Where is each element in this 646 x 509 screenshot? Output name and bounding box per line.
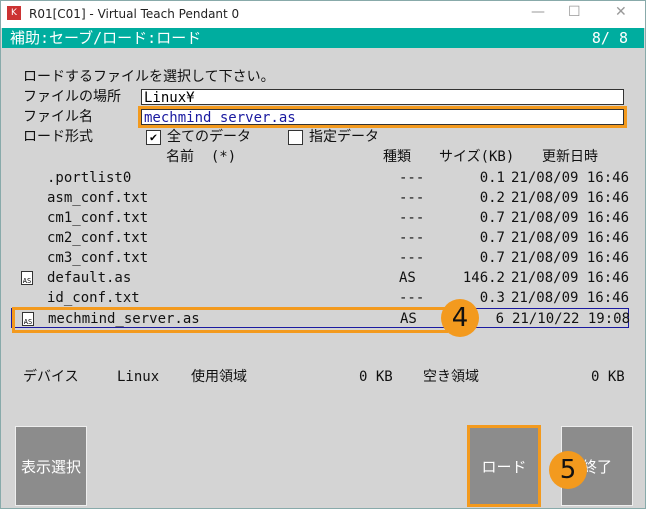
- file-row[interactable]: cm3_conf.txt --- 0.7 21/08/09 16:46: [11, 248, 629, 268]
- file-row[interactable]: cm2_conf.txt --- 0.7 21/08/09 16:46: [11, 228, 629, 248]
- file-row[interactable]: .portlist0 --- 0.1 21/08/09 16:46: [11, 168, 629, 188]
- file-size: 0.2: [479, 190, 505, 206]
- location-field[interactable]: Linux¥: [141, 89, 624, 106]
- title-bar: K R01[C01] - Virtual Teach Pendant 0 — ☐…: [1, 1, 645, 28]
- file-date: 21/08/09 16:46: [511, 290, 630, 306]
- file-name: asm_conf.txt: [47, 190, 149, 206]
- as-file-icon: AS: [21, 271, 33, 285]
- file-date: 21/10/22 19:08: [512, 311, 631, 327]
- instruction: ロードするファイルを選択して下さい。: [23, 69, 275, 85]
- location-label: ファイルの場所: [23, 89, 121, 105]
- file-name: default.as: [47, 270, 132, 286]
- filename-field[interactable]: mechmind_server.as: [138, 106, 627, 128]
- device-value: Linux: [117, 369, 160, 385]
- step-4-callout: 4: [441, 299, 479, 337]
- col-type: 種類: [383, 149, 411, 165]
- file-name: cm2_conf.txt: [47, 230, 149, 246]
- selection-highlight: [12, 307, 448, 333]
- filename-label: ファイル名: [23, 109, 93, 125]
- option-all-label: 全てのデータ: [167, 129, 251, 145]
- free-value: 0 KB: [591, 369, 625, 385]
- file-name: cm3_conf.txt: [47, 250, 149, 266]
- file-date: 21/08/09 16:46: [511, 250, 630, 266]
- file-type: ---: [399, 170, 425, 186]
- display-select-button[interactable]: 表示選択: [15, 426, 87, 506]
- file-type: ---: [399, 230, 425, 246]
- page-indicator: 8/ 8: [591, 29, 628, 47]
- file-date: 21/08/09 16:46: [511, 190, 630, 206]
- file-size: 0.7: [479, 230, 505, 246]
- file-type: AS: [399, 270, 416, 286]
- file-type: ---: [399, 190, 425, 206]
- file-row[interactable]: cm1_conf.txt --- 0.7 21/08/09 16:46: [11, 208, 629, 228]
- file-row[interactable]: asm_conf.txt --- 0.2 21/08/09 16:46: [11, 188, 629, 208]
- option-specified-label: 指定データ: [309, 129, 379, 145]
- col-name: 名前 (*): [166, 149, 237, 165]
- file-date: 21/08/09 16:46: [511, 170, 630, 186]
- window: K R01[C01] - Virtual Teach Pendant 0 — ☐…: [0, 0, 646, 509]
- file-size: 0.7: [479, 250, 505, 266]
- screen-title: 補助:セーブ/ロード:ロード: [10, 29, 202, 47]
- close-button[interactable]: ✕: [615, 4, 627, 20]
- col-date: 更新日時: [542, 149, 598, 165]
- app-icon: K: [7, 6, 21, 20]
- file-name: .portlist0: [47, 170, 132, 186]
- file-size: 6: [495, 311, 504, 327]
- file-type: ---: [399, 210, 425, 226]
- device-label: デバイス: [23, 369, 79, 385]
- col-size: サイズ(KB): [439, 149, 515, 165]
- checkbox-all-data[interactable]: ✔: [146, 130, 161, 145]
- file-date: 21/08/09 16:46: [511, 210, 630, 226]
- window-title: R01[C01] - Virtual Teach Pendant 0: [29, 7, 240, 21]
- load-button[interactable]: ロード: [467, 425, 541, 507]
- file-row[interactable]: id_conf.txt --- 0.3 21/08/09 16:46: [11, 288, 629, 308]
- file-row[interactable]: AS mechmind_server.as AS 6 21/10/22 19:08: [11, 307, 631, 333]
- file-name: id_conf.txt: [47, 290, 140, 306]
- checkbox-specified-data[interactable]: [288, 130, 303, 145]
- free-label: 空き領域: [423, 369, 479, 385]
- file-name: cm1_conf.txt: [47, 210, 149, 226]
- format-label: ロード形式: [23, 129, 93, 145]
- step-5-callout: 5: [549, 451, 587, 489]
- file-row[interactable]: AS default.as AS 146.2 21/08/09 16:46: [11, 268, 629, 288]
- file-type: ---: [399, 290, 425, 306]
- file-type: ---: [399, 250, 425, 266]
- used-value: 0 KB: [359, 369, 393, 385]
- file-size: 0.3: [479, 290, 505, 306]
- maximize-button[interactable]: ☐: [568, 4, 581, 20]
- file-date: 21/08/09 16:46: [511, 230, 630, 246]
- file-size: 0.7: [479, 210, 505, 226]
- file-size: 0.1: [479, 170, 505, 186]
- screen-header: 補助:セーブ/ロード:ロード 8/ 8: [2, 28, 644, 48]
- used-label: 使用領域: [191, 369, 247, 385]
- file-size: 146.2: [462, 270, 505, 286]
- minimize-button[interactable]: —: [531, 4, 545, 20]
- file-date: 21/08/09 16:46: [511, 270, 630, 286]
